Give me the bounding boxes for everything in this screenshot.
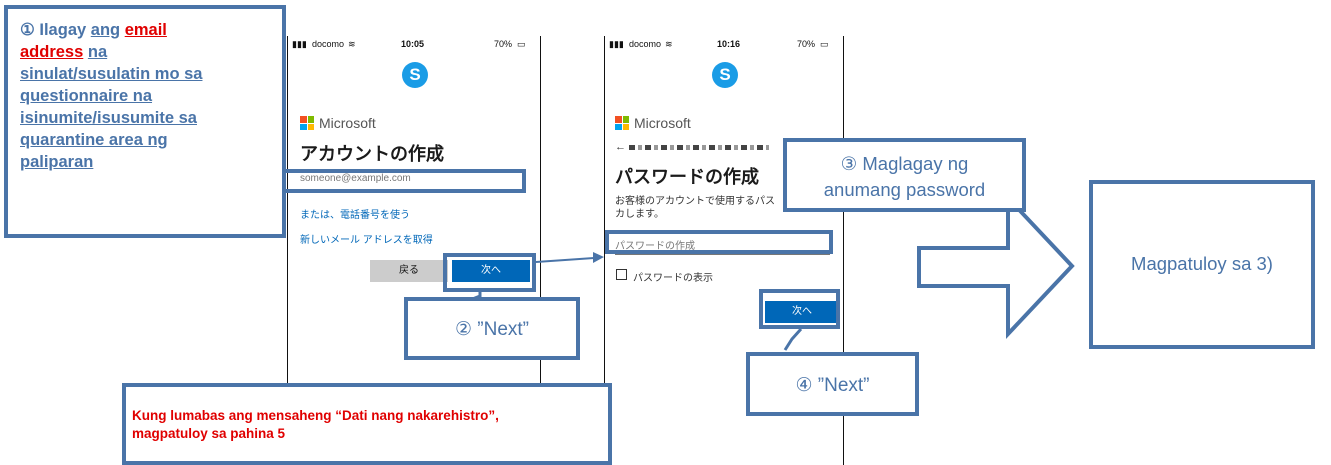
callout-enter-email: ① Ilagay ang email address na sinulat/su… xyxy=(4,5,286,238)
callout-line-3: sinulat/susulatin mo sa xyxy=(20,65,203,83)
callout-next-2: ④ ”Next” xyxy=(746,352,919,416)
callout-line-4: questionnaire na xyxy=(20,87,153,105)
callout-line-2: address na xyxy=(20,43,108,61)
callout-enter-password: ③ Maglagay ng anumang password xyxy=(783,138,1026,212)
callout-line-6: quarantine area ng xyxy=(20,131,168,149)
arrow-line xyxy=(535,257,595,263)
callout-continue-step-3: Magpatuloy sa 3) xyxy=(1089,180,1315,349)
right-arrow-icon xyxy=(917,192,1075,340)
arrowhead-icon xyxy=(593,252,604,263)
callout-line-1: ① Ilagay ang email xyxy=(20,21,167,39)
callout-line-5: isinumite/isusumite sa xyxy=(20,109,197,127)
callout-tail xyxy=(783,327,803,351)
notice-already-registered: Kung lumabas ang mensaheng “Dati nang na… xyxy=(122,383,612,465)
callout-next-1: ② ”Next” xyxy=(404,297,580,360)
callout-line-7: paliparan xyxy=(20,153,94,171)
